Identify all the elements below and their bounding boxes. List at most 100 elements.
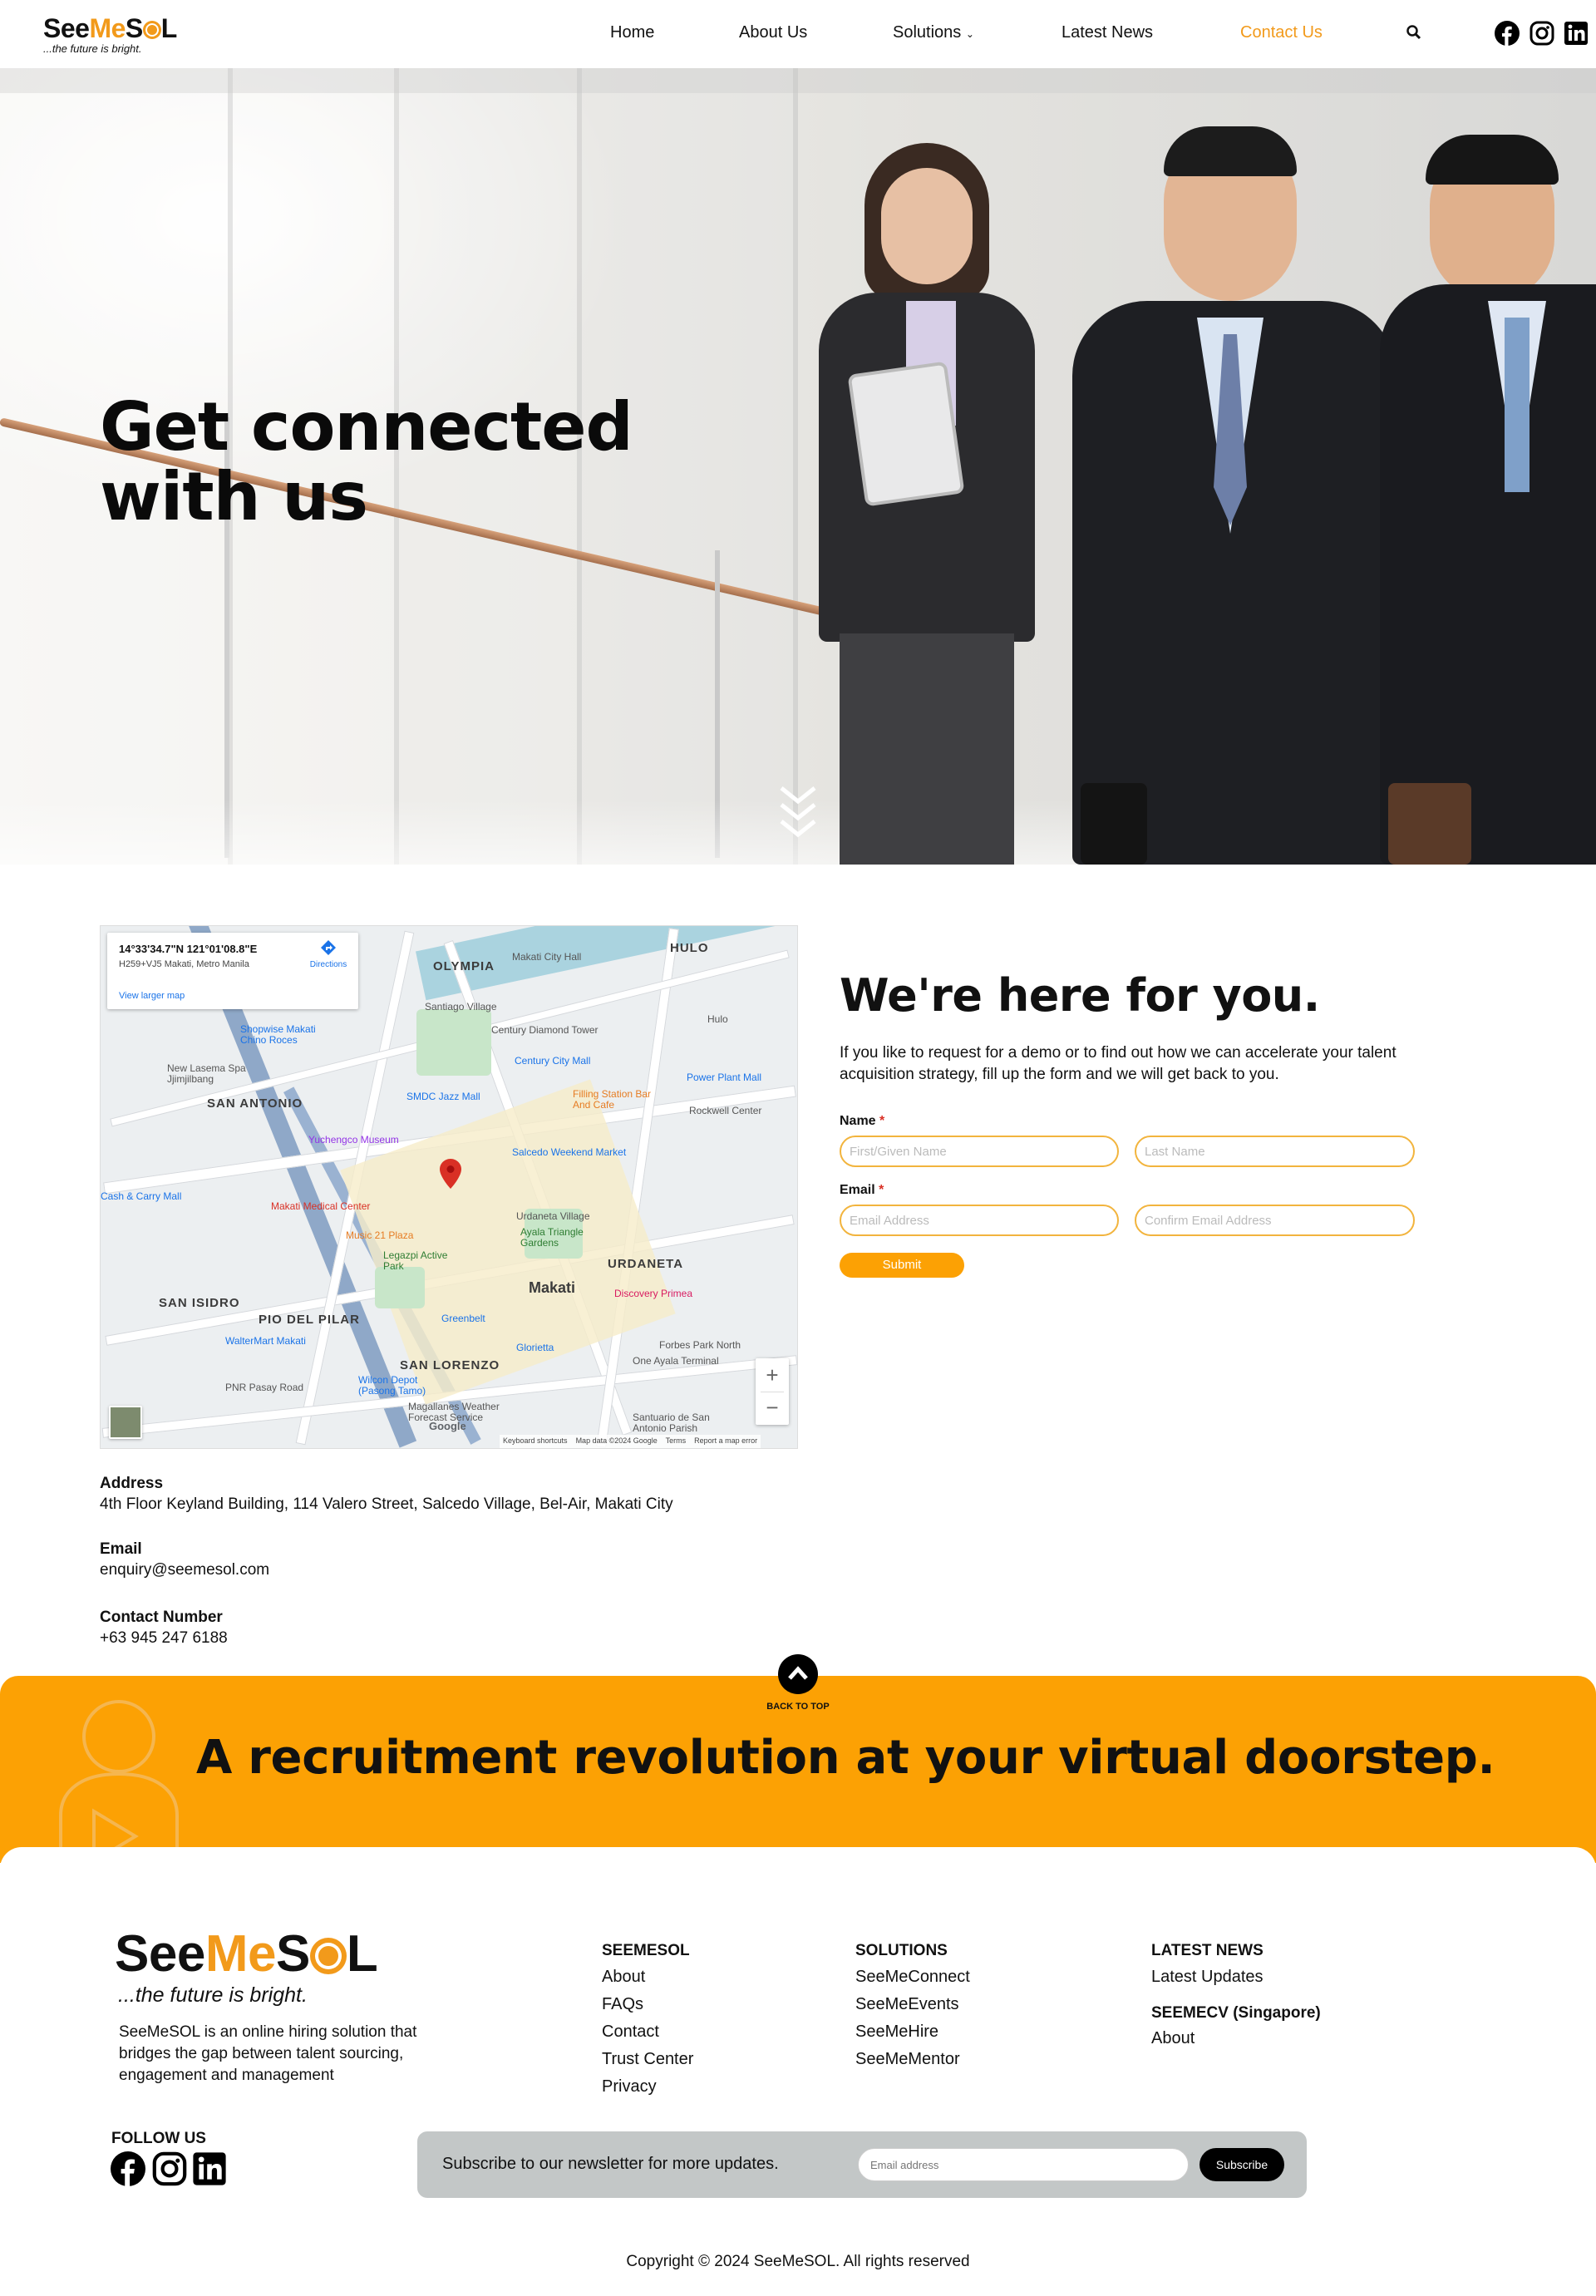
map-attribution: Keyboard shortcuts Map data ©2024 Google… xyxy=(500,1435,761,1448)
footer-link-seemeconnect[interactable]: SeeMeConnect xyxy=(855,1968,970,1987)
report-error-link[interactable]: Report a map error xyxy=(694,1436,757,1445)
map-poi: Forbes Park North xyxy=(659,1339,741,1351)
footer-link-about[interactable]: About xyxy=(602,1968,645,1987)
hero-section: Get connected with us xyxy=(0,68,1596,865)
directions-button[interactable]: Directions xyxy=(305,939,352,969)
facebook-icon[interactable] xyxy=(1495,21,1520,50)
keyboard-shortcuts-link[interactable]: Keyboard shortcuts xyxy=(503,1436,568,1445)
back-to-top-button[interactable] xyxy=(778,1654,818,1694)
logo[interactable]: SeeMeS L ...the future is bright. xyxy=(43,15,177,54)
submit-button[interactable]: Submit xyxy=(840,1253,964,1278)
footer-col-seemesol-title: SEEMESOL xyxy=(602,1942,690,1959)
instagram-icon[interactable] xyxy=(152,2151,187,2190)
district-label: OLYMPIA xyxy=(433,959,495,973)
logo-see: See xyxy=(115,1925,205,1983)
map-poi: Glorietta xyxy=(516,1342,554,1353)
person-play-icon xyxy=(59,1700,179,1865)
map-poi: Makati City Hall xyxy=(512,951,582,963)
map-poi: Century Diamond Tower xyxy=(491,1024,598,1036)
email-label-text: Email xyxy=(840,1183,875,1197)
map-poi: Ayala Triangle Gardens xyxy=(520,1226,584,1249)
required-mark: * xyxy=(879,1183,884,1197)
logo-s: S xyxy=(275,1925,310,1983)
footer-link-seemecv-about[interactable]: About xyxy=(1151,2029,1195,2048)
cbd-area xyxy=(340,1079,676,1405)
footer-link-faqs[interactable]: FAQs xyxy=(602,1995,643,2014)
copyright: Copyright © 2024 SeeMeSOL. All rights re… xyxy=(626,2253,970,2270)
footer-link-seemehire[interactable]: SeeMeHire xyxy=(855,2023,938,2042)
hero-title: Get connected with us xyxy=(100,392,633,532)
footer-link-seemeevents[interactable]: SeeMeEvents xyxy=(855,1995,959,2014)
view-larger-map-link[interactable]: View larger map xyxy=(119,991,185,1001)
footer-tagline: ...the future is bright. xyxy=(118,1983,308,2007)
facebook-icon[interactable] xyxy=(111,2151,145,2190)
map-pin-icon[interactable] xyxy=(440,1159,461,1193)
footer-link-contact[interactable]: Contact xyxy=(602,2023,659,2042)
hero-title-line1: Get connected xyxy=(100,388,633,466)
satellite-toggle[interactable] xyxy=(109,1406,142,1439)
map-poi: Greenbelt xyxy=(441,1313,485,1324)
map-poi: Wilcon Depot (Pasong Tamo) xyxy=(358,1374,426,1397)
follow-us-label: FOLLOW US xyxy=(111,2130,206,2147)
newsletter-email-input[interactable] xyxy=(858,2148,1189,2181)
briefcase xyxy=(1081,783,1147,865)
logo-tagline: ...the future is bright. xyxy=(43,42,142,55)
zoom-out-icon[interactable]: − xyxy=(756,1392,789,1425)
footer-link-seemementor[interactable]: SeeMeMentor xyxy=(855,2050,960,2069)
nav-contact[interactable]: Contact Us xyxy=(1240,23,1323,42)
map-poi: Salcedo Weekend Market xyxy=(512,1146,627,1158)
zoom-in-icon[interactable]: + xyxy=(756,1358,789,1392)
footer-link-latest-updates[interactable]: Latest Updates xyxy=(1151,1968,1264,1987)
briefcase xyxy=(1388,783,1471,865)
logo-l: L xyxy=(160,13,178,43)
email-info-label: Email xyxy=(100,1540,142,1558)
logo-sun-icon xyxy=(142,21,161,39)
linkedin-icon[interactable] xyxy=(1564,21,1589,50)
email-value[interactable]: enquiry@seemesol.com xyxy=(100,1561,269,1579)
map-poi: Music 21 Plaza xyxy=(346,1229,414,1241)
district-label: URDANETA xyxy=(608,1257,684,1271)
contact-intro: If you like to request for a demo or to … xyxy=(840,1044,1396,1083)
terms-link[interactable]: Terms xyxy=(666,1436,687,1445)
map-poi: Shopwise Makati Chino Roces xyxy=(240,1023,316,1046)
map-poi: Legazpi Active Park xyxy=(383,1249,448,1272)
footer-logo[interactable]: SeeMeS L ...the future is bright. xyxy=(115,1929,378,2007)
location-map[interactable]: OLYMPIA HULO SAN ANTONIO URDANETA SAN IS… xyxy=(100,925,798,1449)
email-label: Email * xyxy=(840,1183,884,1198)
footer-link-privacy[interactable]: Privacy xyxy=(602,2077,657,2096)
map-poi: Santuario de San Antonio Parish xyxy=(633,1412,710,1434)
map-poi: Discovery Primea xyxy=(614,1288,693,1299)
nav-home[interactable]: Home xyxy=(610,23,654,42)
instagram-icon[interactable] xyxy=(1530,21,1554,50)
site-header: SeeMeS L ...the future is bright. Home Ab… xyxy=(0,0,1596,68)
footer-col-news-title: LATEST NEWS xyxy=(1151,1942,1264,1959)
name-label: Name * xyxy=(840,1114,884,1129)
map-coordinates: 14°33'34.7"N 121°01'08.8"E xyxy=(119,943,258,955)
nav-solutions[interactable]: Solutions ⌄ xyxy=(893,23,974,42)
directions-label: Directions xyxy=(309,960,347,969)
scroll-down-icon[interactable] xyxy=(780,785,816,847)
first-name-input[interactable] xyxy=(840,1136,1119,1167)
map-poi: Hulo xyxy=(707,1013,728,1025)
map-poi: New Lasema Spa Jjimjilbang xyxy=(167,1062,246,1085)
subscribe-button[interactable]: Subscribe xyxy=(1199,2148,1284,2181)
footer-link-trust-center[interactable]: Trust Center xyxy=(602,2050,693,2069)
map-poi: One Ayala Terminal xyxy=(633,1355,719,1367)
park xyxy=(375,1267,425,1308)
map-poi: Santiago Village xyxy=(425,1001,497,1013)
map-poi: Cash & Carry Mall xyxy=(101,1190,182,1202)
back-to-top-label[interactable]: BACK TO TOP xyxy=(748,1702,848,1712)
map-poi: Power Plant Mall xyxy=(687,1072,762,1083)
phone-value[interactable]: +63 945 247 6188 xyxy=(100,1629,228,1648)
email-input[interactable] xyxy=(840,1205,1119,1236)
nav-latest-news[interactable]: Latest News xyxy=(1062,23,1153,42)
logo-s: S xyxy=(125,13,143,43)
nav-about[interactable]: About Us xyxy=(739,23,807,42)
confirm-email-input[interactable] xyxy=(1135,1205,1415,1236)
linkedin-icon[interactable] xyxy=(192,2151,227,2190)
map-plus-code: H259+VJ5 Makati, Metro Manila xyxy=(119,959,249,969)
footer-col-seemecv-title: SEEMECV (Singapore) xyxy=(1151,2004,1321,2022)
nav-solutions-label: Solutions xyxy=(893,23,962,42)
search-icon[interactable] xyxy=(1406,25,1421,44)
last-name-input[interactable] xyxy=(1135,1136,1415,1167)
